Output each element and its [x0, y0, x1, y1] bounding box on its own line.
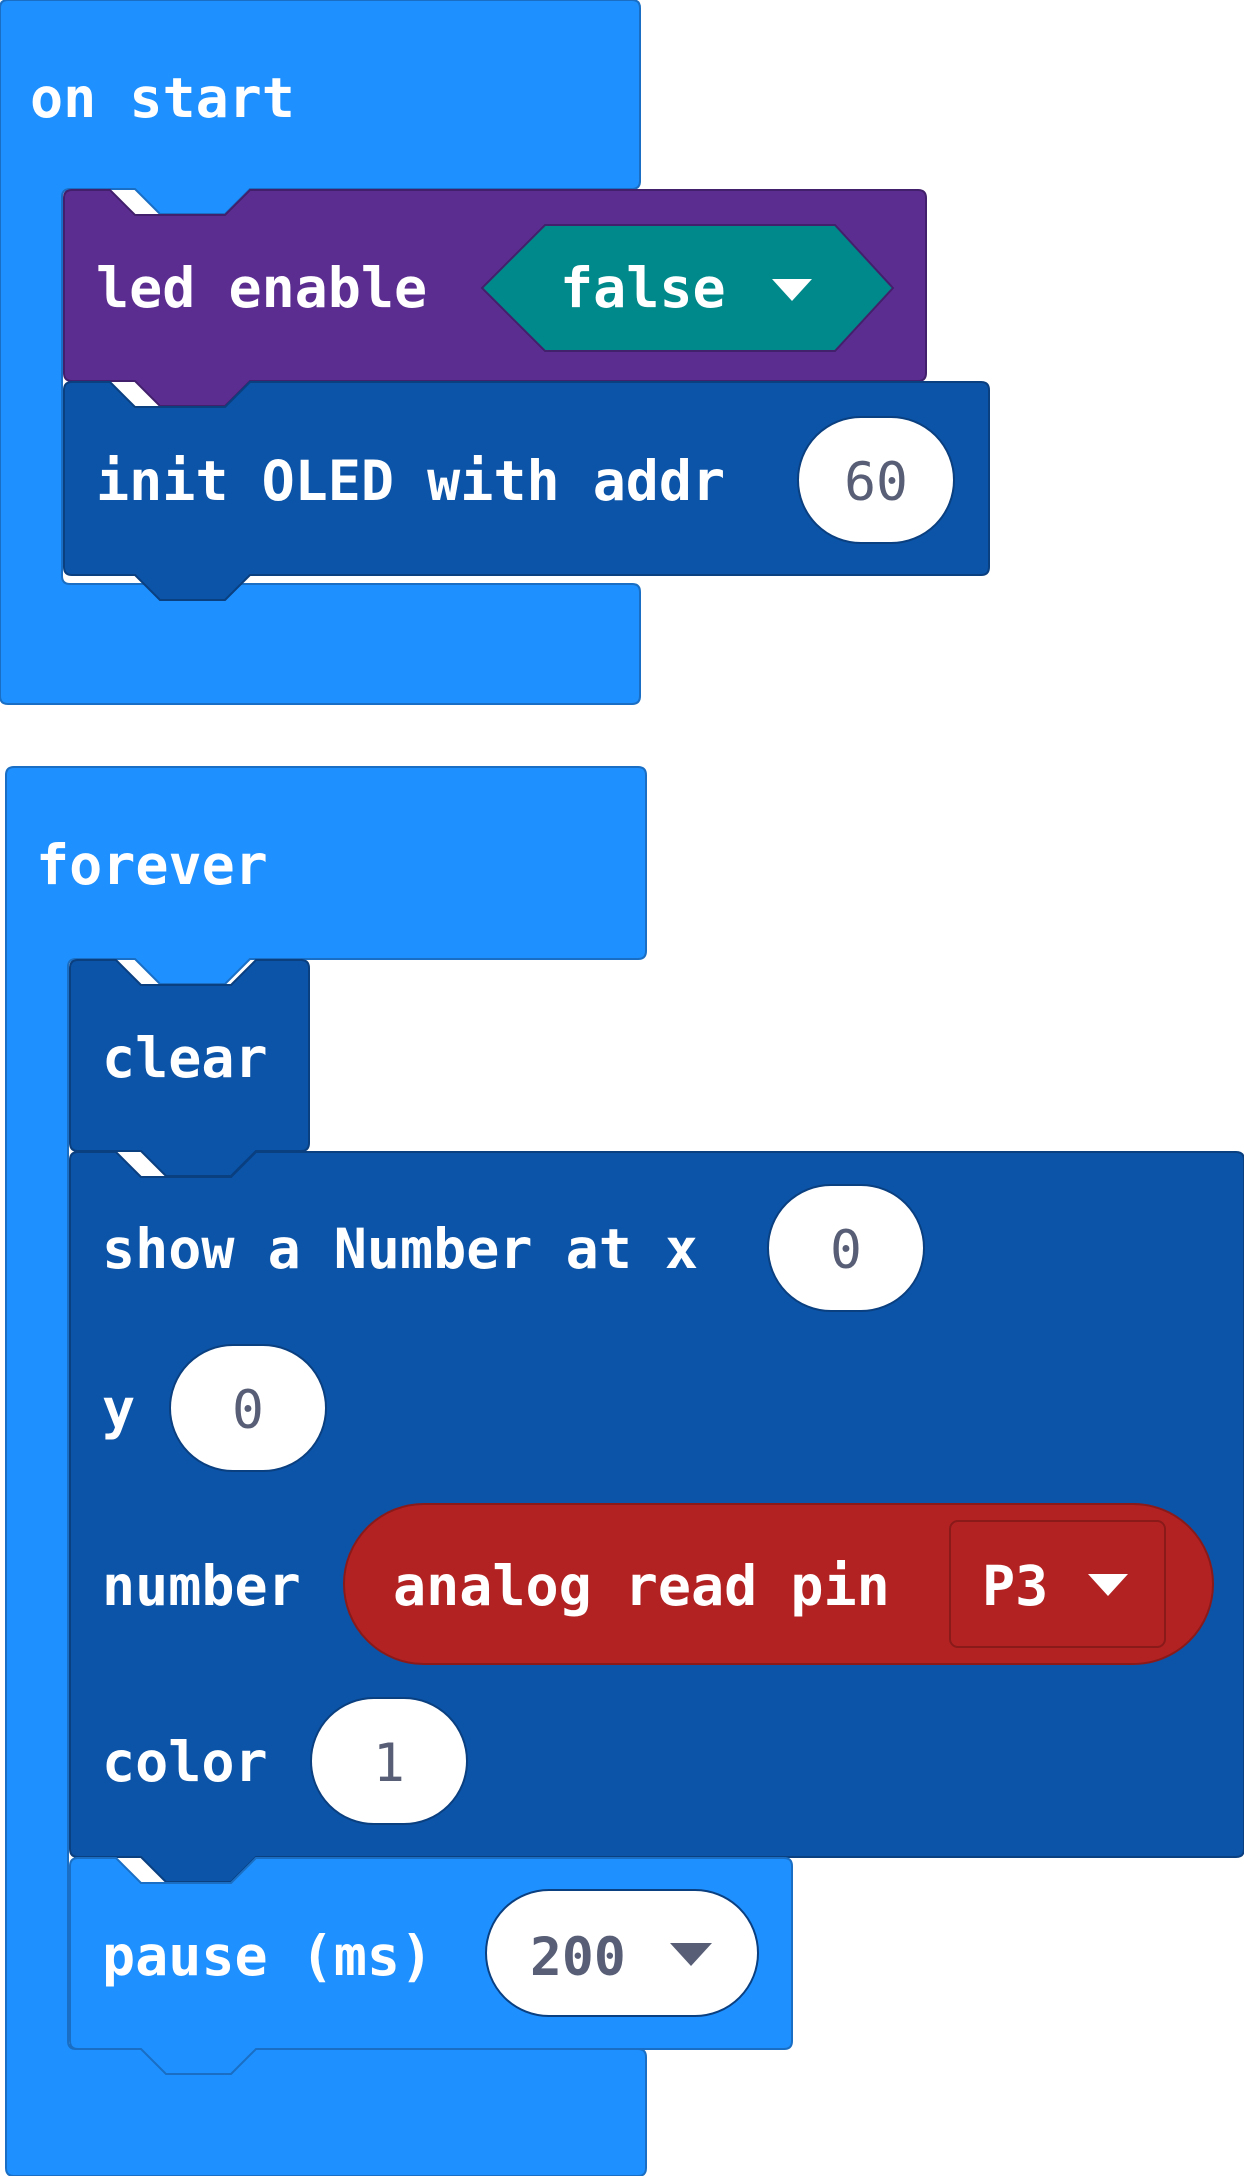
show-number-block[interactable]: show a Number at x 0 y 0 number analog r… [69, 1151, 1244, 1883]
show-number-y-label: y [102, 1377, 135, 1441]
pause-block[interactable]: pause (ms) 200 [69, 1857, 793, 2075]
forever-label: forever [36, 833, 268, 897]
color-value: 1 [373, 1733, 405, 1794]
pin-value: P3 [982, 1554, 1048, 1618]
pin-dropdown[interactable]: P3 [949, 1520, 1166, 1648]
analog-read-pin-block[interactable]: analog read pin P3 [343, 1503, 1214, 1665]
clear-block[interactable]: clear [69, 959, 310, 1177]
init-oled-block[interactable]: init OLED with addr 60 [63, 381, 990, 601]
on-start-label: on start [30, 66, 295, 130]
y-value: 0 [232, 1380, 264, 1441]
show-number-x-label: show a Number at x [102, 1217, 698, 1281]
pause-value-dropdown[interactable]: 200 [485, 1889, 759, 2017]
led-enable-value: false [560, 256, 726, 320]
blocks-workspace: on start led enable false init OLED with… [0, 0, 1244, 2176]
oled-addr-value: 60 [844, 452, 908, 513]
y-input[interactable]: 0 [169, 1344, 327, 1472]
led-enable-block[interactable]: led enable false [63, 189, 927, 407]
led-enable-label: led enable [96, 256, 427, 320]
show-number-color-label: color [102, 1730, 268, 1794]
analog-read-label: analog read pin [393, 1554, 890, 1618]
on-start-block[interactable]: on start led enable false init OLED with… [0, 0, 990, 705]
x-input[interactable]: 0 [767, 1184, 925, 1312]
x-value: 0 [830, 1220, 862, 1281]
pause-label: pause (ms) [102, 1924, 433, 1988]
init-oled-label: init OLED with addr [96, 449, 725, 513]
forever-block[interactable]: forever clear show a Number at x 0 y 0 n… [5, 766, 1244, 2176]
clear-label: clear [102, 1026, 268, 1090]
show-number-number-label: number [102, 1554, 301, 1618]
pause-value: 200 [530, 1927, 626, 1988]
oled-addr-input[interactable]: 60 [797, 416, 955, 544]
led-enable-value-dropdown[interactable]: false [480, 224, 895, 352]
color-input[interactable]: 1 [310, 1697, 468, 1825]
